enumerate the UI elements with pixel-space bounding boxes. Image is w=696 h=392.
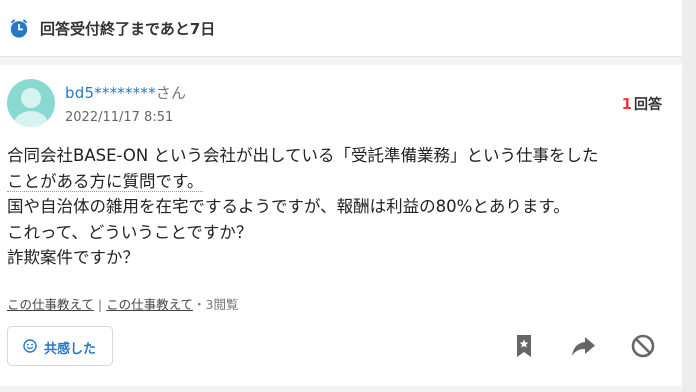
- smile-icon: [23, 339, 37, 353]
- deadline-banner: 回答受付終了まであと7日: [0, 0, 682, 57]
- user-name[interactable]: bd5********: [65, 84, 156, 102]
- category-tag-link[interactable]: この仕事教えて: [106, 297, 193, 312]
- answer-count: 1: [621, 95, 632, 113]
- empathy-button[interactable]: 共感した: [7, 326, 113, 366]
- avatar-head: [21, 88, 41, 108]
- empathy-label: 共感した: [44, 342, 97, 357]
- question-line: これって、どういうことですか？: [7, 222, 253, 242]
- avatar-body: [14, 111, 48, 127]
- tag-separator: |: [97, 297, 103, 312]
- user-honorific: さん: [155, 84, 187, 102]
- category-tag-link[interactable]: この仕事教えて: [7, 297, 94, 312]
- question-line: 国や自治体の雑用を在宅でするようですが、報酬は利益の80%とあります。: [7, 197, 570, 216]
- section-divider: [0, 57, 682, 65]
- question-line: ことがある方に質問です。: [7, 169, 667, 195]
- user-name-link[interactable]: bd5********さん: [65, 82, 186, 103]
- deadline-text: 回答受付終了まであと7日: [40, 20, 216, 38]
- question-line: 合同会社BASE-ON という会社が出している「受託準備業務」という仕事をした: [7, 146, 599, 165]
- bookmark-icon[interactable]: [509, 331, 539, 361]
- answer-label: 回答: [634, 97, 662, 113]
- block-icon[interactable]: [628, 331, 658, 361]
- section-divider: [0, 386, 682, 392]
- alarm-clock-icon: [10, 19, 28, 38]
- scrollbar-track[interactable]: [682, 0, 696, 392]
- view-count: ・3閲覧: [193, 297, 239, 312]
- avatar[interactable]: [7, 79, 55, 127]
- question-line-text: ことがある方に質問です。: [7, 171, 204, 192]
- question-body: 合同会社BASE-ON という会社が出している「受託準備業務」という仕事をした …: [7, 143, 667, 271]
- answer-count-link[interactable]: 1 回答: [622, 94, 662, 114]
- question-panel: 回答受付終了まであと7日 bd5********さん 2022/11/17 8:…: [0, 0, 682, 392]
- category-tags: この仕事教えて | この仕事教えて・3閲覧: [7, 294, 238, 313]
- post-timestamp: 2022/11/17 8:51: [65, 110, 174, 125]
- share-arrow-icon[interactable]: [568, 331, 598, 361]
- question-line: 詐欺案件ですか？: [7, 248, 139, 267]
